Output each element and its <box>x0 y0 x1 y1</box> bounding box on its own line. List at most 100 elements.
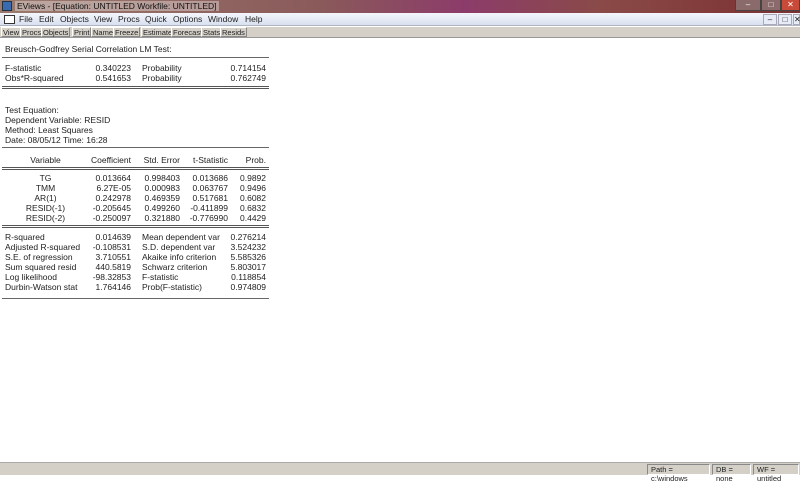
coef-cell-t-statistic: -0.411899 <box>190 203 228 213</box>
coef-cell-std-error: 0.998403 <box>144 173 180 183</box>
column-header-coefficient: Coefficient <box>90 155 131 165</box>
test-value: 0.340223 <box>95 63 131 73</box>
date-time: Date: 08/05/12 Time: 16:28 <box>5 135 108 145</box>
menu-quick[interactable]: Quick <box>145 14 167 24</box>
coef-cell-t-statistic: 0.013686 <box>192 173 228 183</box>
coef-cell-std-error: 0.499260 <box>144 203 180 213</box>
stat-value: 0.276214 <box>230 232 266 242</box>
menu-help[interactable]: Help <box>245 14 262 24</box>
procs-button[interactable]: Procs <box>20 27 44 37</box>
coef-cell-t-statistic: 0.517681 <box>192 193 228 203</box>
menu-edit[interactable]: Edit <box>39 14 54 24</box>
method: Method: Least Squares <box>5 125 93 135</box>
stat-label: S.D. dependent var <box>142 242 216 252</box>
column-header-std-error: Std. Error <box>143 155 180 165</box>
menu-objects[interactable]: Objects <box>60 14 89 24</box>
test-prob-value: 0.762749 <box>230 73 266 83</box>
freeze-button[interactable]: Freeze <box>113 27 141 37</box>
document-icon[interactable] <box>4 15 15 24</box>
divider <box>2 298 269 299</box>
stat-value: -98.32853 <box>92 272 131 282</box>
coef-cell-variable: RESID(-2) <box>25 213 66 223</box>
name-button[interactable]: Name <box>91 27 116 37</box>
dependent-variable: Dependent Variable: RESID <box>5 115 111 125</box>
wf-status: WF = untitled <box>753 464 799 483</box>
coef-cell-coefficient: 0.242978 <box>95 193 131 203</box>
menu-view[interactable]: View <box>94 14 112 24</box>
maximize-button[interactable]: □ <box>761 0 781 11</box>
path-status: Path = c:\windows <box>647 464 710 483</box>
stat-value: 5.585326 <box>230 252 266 262</box>
coef-cell-coefficient: 0.013664 <box>95 173 131 183</box>
coef-cell-std-error: 0.321880 <box>144 213 180 223</box>
menu-file[interactable]: File <box>19 14 33 24</box>
stat-label: R-squared <box>5 232 45 242</box>
minimize-button[interactable]: ‒ <box>735 0 761 11</box>
coef-cell-prob: 0.9892 <box>240 173 266 183</box>
coef-cell-prob: 0.6082 <box>240 193 266 203</box>
stat-label: F-statistic <box>142 272 179 282</box>
status-bar: Path = c:\windows DB = none WF = untitle… <box>0 462 800 483</box>
stat-label: Sum squared resid <box>5 262 77 272</box>
window-title: EViews - [Equation: UNTITLED Workfile: U… <box>15 1 219 11</box>
coef-cell-coefficient: 6.27E-05 <box>96 183 132 193</box>
double-divider <box>2 167 269 170</box>
coef-cell-variable: TMM <box>35 183 56 193</box>
stat-value: 3.524232 <box>230 242 266 252</box>
stat-value: 1.764146 <box>95 282 131 292</box>
forecast-button[interactable]: Forecast <box>171 27 205 37</box>
menu-window[interactable]: Window <box>208 14 238 24</box>
stat-value: 3.710551 <box>95 252 131 262</box>
coef-cell-variable: TG <box>39 173 52 183</box>
title-bar: EViews - [Equation: UNTITLED Workfile: U… <box>0 0 800 13</box>
doc-minimize-button[interactable]: ‒ <box>763 14 777 25</box>
stat-value: 0.014639 <box>95 232 131 242</box>
test-label: Obs*R-squared <box>5 73 64 83</box>
coef-cell-coefficient: -0.205645 <box>92 203 131 213</box>
doc-restore-button[interactable]: □ <box>778 14 792 25</box>
divider <box>2 57 269 58</box>
divider <box>2 147 269 148</box>
stat-label: Durbin-Watson stat <box>5 282 78 292</box>
menu-bar: File Edit Objects View Procs Quick Optio… <box>0 13 800 26</box>
stat-label: Schwarz criterion <box>142 262 208 272</box>
menu-procs[interactable]: Procs <box>118 14 140 24</box>
coef-cell-variable: AR(1) <box>34 193 57 203</box>
resids-button[interactable]: Resids <box>220 27 247 37</box>
coef-cell-prob: 0.4429 <box>240 213 266 223</box>
coef-cell-std-error: 0.469359 <box>144 193 180 203</box>
test-value: 0.541653 <box>95 73 131 83</box>
coef-cell-t-statistic: 0.063767 <box>192 183 228 193</box>
print-button[interactable]: Print <box>72 27 92 37</box>
double-divider <box>2 225 269 228</box>
doc-close-button[interactable]: ✕ <box>793 14 800 25</box>
stat-label: Log likelihood <box>5 272 57 282</box>
stat-label: Prob(F-statistic) <box>142 282 202 292</box>
test-prob-label: Probability <box>142 63 182 73</box>
coef-cell-coefficient: -0.250097 <box>92 213 131 223</box>
equation-heading: Test Equation: <box>5 105 59 115</box>
objects-button[interactable]: Objects <box>41 27 71 37</box>
stats-button[interactable]: Stats <box>201 27 223 37</box>
menu-options[interactable]: Options <box>173 14 202 24</box>
stat-value: 440.5819 <box>95 262 131 272</box>
stat-label: Mean dependent var <box>142 232 220 242</box>
column-header-prob: Prob. <box>245 155 266 165</box>
stat-value: -0.108531 <box>92 242 131 252</box>
test-prob-label: Probability <box>142 73 182 83</box>
stat-value: 0.974809 <box>230 282 266 292</box>
close-button[interactable]: ✕ <box>781 0 800 11</box>
double-divider <box>2 86 269 89</box>
estimate-button[interactable]: Estimate <box>141 27 175 37</box>
test-label: F-statistic <box>5 63 42 73</box>
db-status: DB = none <box>712 464 751 483</box>
stat-value: 0.118854 <box>231 272 266 282</box>
view-button[interactable]: View <box>1 27 22 37</box>
equation-toolbar: View Procs Objects Print Name Freeze Est… <box>0 27 800 38</box>
stat-label: Adjusted R-squared <box>5 242 81 252</box>
stat-label: Akaike info criterion <box>142 252 217 262</box>
coef-cell-variable: RESID(-1) <box>25 203 66 213</box>
column-header-t-statistic: t-Statistic <box>193 155 228 165</box>
test-title: Breusch-Godfrey Serial Correlation LM Te… <box>5 44 172 54</box>
column-header-variable: Variable <box>30 155 61 165</box>
